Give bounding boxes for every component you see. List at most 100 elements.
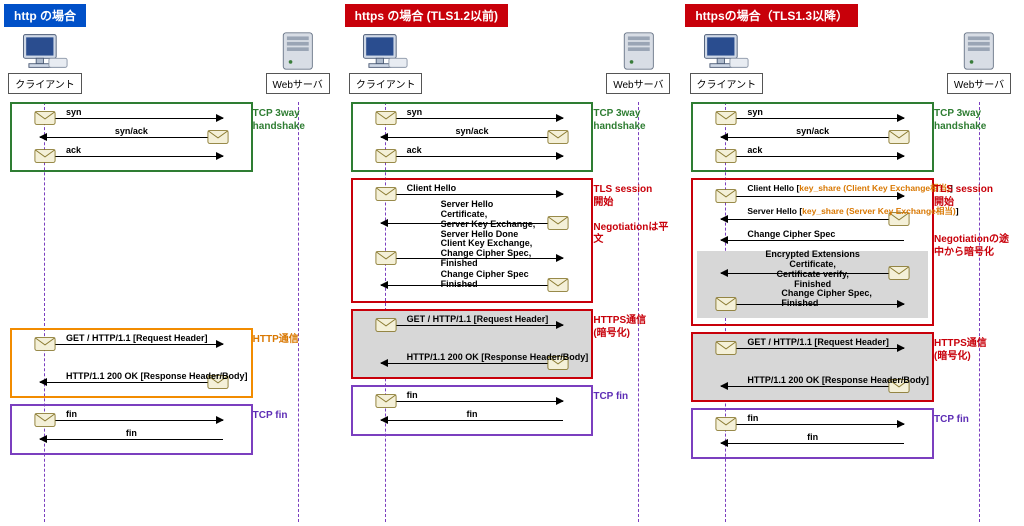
- protocol-column: https の場合 (TLS1.2以前) クライアント Webサーバ: [345, 4, 680, 522]
- sequence-message: GET / HTTP/1.1 [Request Header]: [721, 339, 904, 357]
- envelope-icon: [715, 111, 737, 126]
- column-title: http の場合: [4, 4, 86, 27]
- message-text: fin: [66, 410, 77, 420]
- envelope-icon: [715, 189, 737, 204]
- message-text: Change Cipher SpecFinished: [441, 270, 601, 290]
- actor-label: Webサーバ: [947, 73, 1011, 94]
- client-actor: クライアント: [10, 31, 80, 94]
- message-text: Change Cipher Spec: [747, 230, 835, 240]
- sequence-group: fin fin TCP fin: [691, 408, 934, 459]
- protocol-column: http の場合 クライアント Webサーバ: [4, 4, 339, 522]
- group-label: TCP fin: [934, 414, 1012, 427]
- message-text: syn/ack: [796, 127, 829, 137]
- sequence-message: syn/ack: [721, 128, 904, 146]
- envelope-icon: [34, 413, 56, 428]
- sequence-group: Client Hello [key_share (Client Key Exch…: [691, 178, 934, 326]
- message-text: HTTP/1.1 200 OK [Response Header/Body]: [747, 376, 929, 386]
- envelope-icon: [715, 149, 737, 164]
- client-actor: クライアント: [691, 31, 761, 94]
- sequence-group: fin fin TCP fin: [351, 385, 594, 436]
- server-icon: [957, 31, 1001, 71]
- sequence-message: Server HelloCertificate,Server Key Excha…: [381, 204, 564, 242]
- client-icon: [18, 31, 73, 71]
- message-text: HTTP/1.1 200 OK [Response Header/Body]: [407, 353, 589, 363]
- client-actor: クライアント: [351, 31, 421, 94]
- sequence-lane: syn syn/ack ack TCP 3wayhandshake G: [10, 102, 333, 522]
- sequence-message: GET / HTTP/1.1 [Request Header]: [40, 335, 223, 353]
- message-text: fin: [747, 414, 758, 424]
- message-text: fin: [467, 410, 478, 420]
- envelope-icon: [888, 130, 910, 145]
- sequence-group: syn syn/ack ack TCP 3wayhandshake: [691, 102, 934, 172]
- message-text: ack: [66, 146, 81, 156]
- sequence-message: Encrypted ExtensionsCertificate,Certific…: [721, 254, 904, 292]
- lifeline: [298, 102, 299, 522]
- sequence-message: syn: [381, 109, 564, 127]
- lifeline: [979, 102, 980, 522]
- protocol-column: httpsの場合（TLS1.3以降） クライアント Webサーバ: [685, 4, 1020, 522]
- sequence-message: Change Cipher SpecFinished: [381, 274, 564, 296]
- server-actor: Webサーバ: [944, 31, 1014, 94]
- group-label: HTTP通信: [253, 334, 331, 347]
- sequence-message: Client Hello [key_share (Client Key Exch…: [721, 185, 904, 207]
- group-label: HTTPS通信(暗号化): [934, 338, 1012, 363]
- envelope-icon: [375, 394, 397, 409]
- sequence-message: syn: [40, 109, 223, 127]
- sequence-group: GET / HTTP/1.1 [Request Header] HTTP/1.1…: [351, 309, 594, 379]
- envelope-icon: [375, 251, 397, 266]
- client-icon: [358, 31, 413, 71]
- server-icon: [617, 31, 661, 71]
- group-label: TCP 3wayhandshake: [934, 108, 1012, 133]
- message-text: syn: [407, 108, 423, 118]
- sequence-message: syn/ack: [381, 128, 564, 146]
- sequence-group: GET / HTTP/1.1 [Request Header] HTTP/1.1…: [10, 328, 253, 398]
- sequence-group: Client Hello Server HelloCertificate,Ser…: [351, 178, 594, 303]
- actor-label: Webサーバ: [266, 73, 330, 94]
- sequence-lane: syn syn/ack ack TCP 3wayhandshake C: [351, 102, 674, 522]
- envelope-icon: [375, 318, 397, 333]
- message-text: fin: [807, 433, 818, 443]
- envelope-icon: [375, 111, 397, 126]
- message-text: Server HelloCertificate,Server Key Excha…: [441, 200, 601, 240]
- lifeline: [638, 102, 639, 522]
- sequence-message: ack: [721, 147, 904, 165]
- sequence-message: fin: [381, 392, 564, 410]
- envelope-icon: [547, 130, 569, 145]
- message-text: syn: [66, 108, 82, 118]
- column-title: https の場合 (TLS1.2以前): [345, 4, 508, 27]
- envelope-icon: [34, 337, 56, 352]
- envelope-icon: [715, 341, 737, 356]
- sequence-message: HTTP/1.1 200 OK [Response Header/Body]: [40, 373, 223, 391]
- server-actor: Webサーバ: [263, 31, 333, 94]
- message-text: Client Hello [key_share (Client Key Exch…: [747, 184, 953, 193]
- sequence-message: fin: [721, 415, 904, 433]
- message-text: GET / HTTP/1.1 [Request Header]: [407, 315, 549, 325]
- sequence-message: ack: [40, 147, 223, 165]
- sequence-group: fin fin TCP fin: [10, 404, 253, 455]
- actor-label: クライアント: [690, 73, 764, 94]
- group-label: TLS session開始Negotiationの途中から暗号化: [934, 184, 1012, 259]
- envelope-icon: [715, 417, 737, 432]
- message-text: ack: [407, 146, 422, 156]
- envelope-icon: [207, 130, 229, 145]
- message-text: Change Cipher Spec,Finished: [781, 289, 941, 309]
- sequence-message: GET / HTTP/1.1 [Request Header]: [381, 316, 564, 334]
- sequence-group: GET / HTTP/1.1 [Request Header] HTTP/1.1…: [691, 332, 934, 402]
- message-text: Client Hello: [407, 184, 457, 194]
- sequence-group: syn syn/ack ack TCP 3wayhandshake: [351, 102, 594, 172]
- sequence-lane: syn syn/ack ack TCP 3wayhandshake C: [691, 102, 1014, 522]
- message-text: Encrypted ExtensionsCertificate,Certific…: [733, 250, 893, 290]
- actor-label: クライアント: [8, 73, 82, 94]
- message-text: GET / HTTP/1.1 [Request Header]: [66, 334, 208, 344]
- server-actor: Webサーバ: [603, 31, 673, 94]
- sequence-message: fin: [40, 430, 223, 448]
- envelope-icon: [375, 187, 397, 202]
- group-label: TCP fin: [593, 391, 671, 404]
- actor-label: Webサーバ: [606, 73, 670, 94]
- sequence-message: Change Cipher Spec: [721, 231, 904, 249]
- actor-label: クライアント: [349, 73, 423, 94]
- sequence-message: syn: [721, 109, 904, 127]
- sequence-message: Server Hello [key_share (Server Key Exch…: [721, 208, 904, 230]
- message-text: GET / HTTP/1.1 [Request Header]: [747, 338, 889, 348]
- sequence-message: ack: [381, 147, 564, 165]
